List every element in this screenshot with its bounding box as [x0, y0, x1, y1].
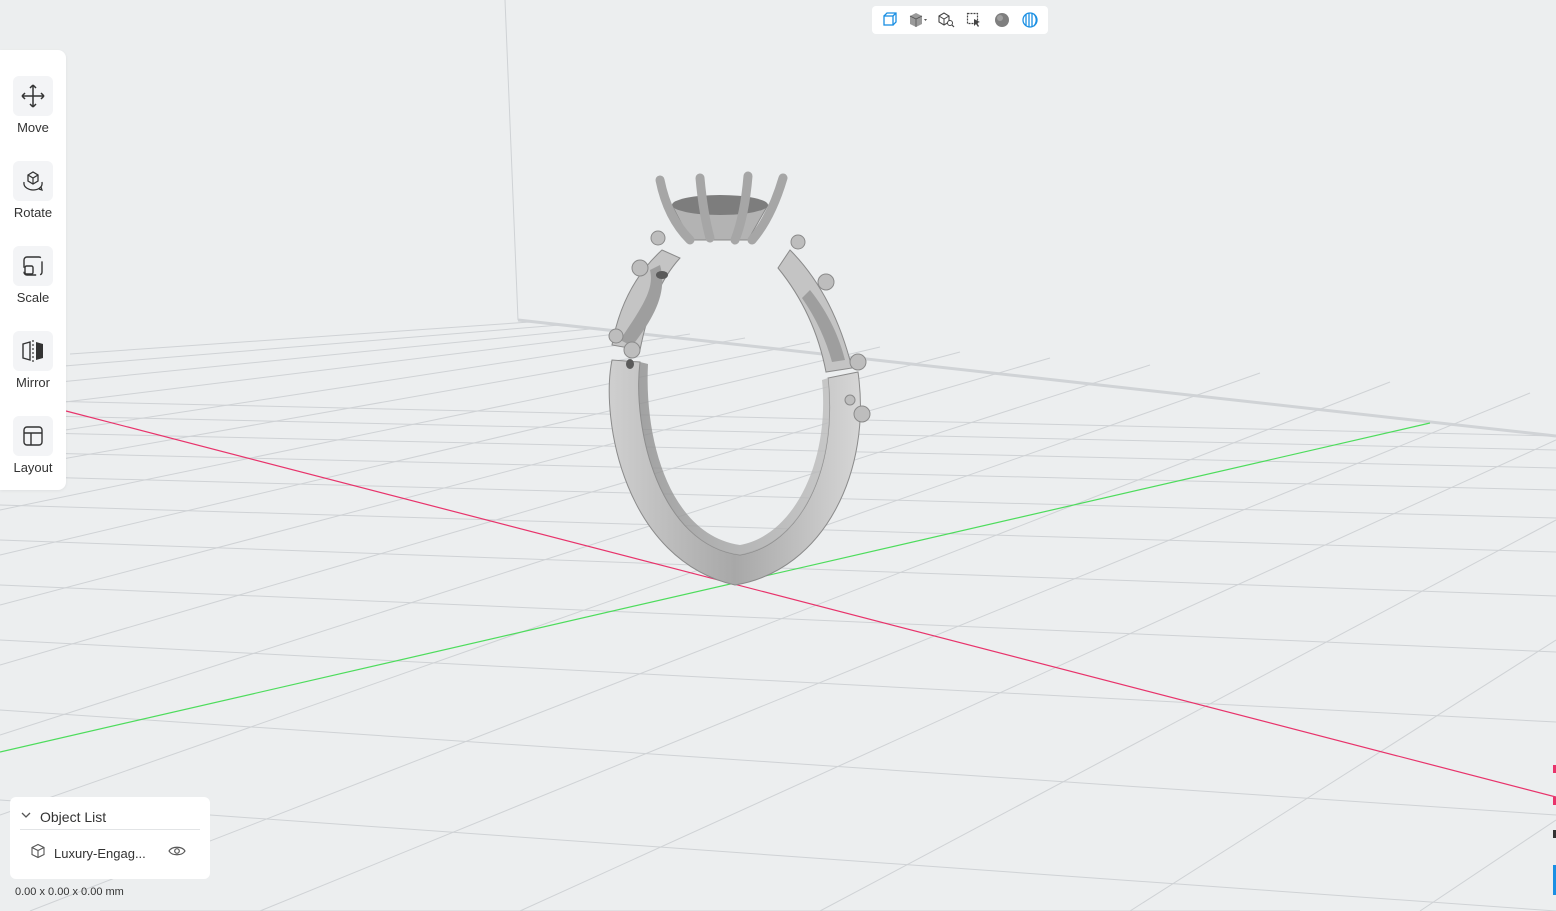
- 3d-viewport[interactable]: Move Rotate Scale Mirror Layout Object L…: [0, 0, 1556, 911]
- cube-icon: [30, 843, 46, 864]
- dimensions-readout: 0.00 x 0.00 x 0.00 mm: [15, 886, 124, 898]
- object-list-header[interactable]: Object List: [20, 805, 200, 830]
- object-name: Luxury-Engag...: [54, 845, 146, 861]
- object-list-title: Object List: [40, 809, 107, 825]
- move-tool-button[interactable]: Move: [0, 76, 66, 151]
- chevron-down-icon: [20, 808, 32, 826]
- view-toolbar: [872, 6, 1048, 34]
- left-toolbar: Move Rotate Scale Mirror Layout: [0, 50, 66, 490]
- object-list-item[interactable]: Luxury-Engag...: [30, 843, 200, 863]
- rotate-tool-button[interactable]: Rotate: [0, 161, 66, 236]
- move-icon: [13, 76, 53, 116]
- y-axis-line: [0, 422, 1431, 753]
- layout-icon: [13, 416, 53, 456]
- zoom-to-fit-icon[interactable]: [935, 9, 957, 31]
- cube-view-icon[interactable]: [907, 9, 929, 31]
- layout-tool-label: Layout: [13, 460, 53, 475]
- perspective-view-icon[interactable]: [879, 9, 901, 31]
- select-icon[interactable]: [963, 9, 985, 31]
- build-plate-scene[interactable]: [0, 0, 1556, 911]
- rotate-icon: [13, 161, 53, 201]
- move-tool-label: Move: [17, 120, 49, 135]
- rotate-tool-label: Rotate: [13, 205, 53, 220]
- object-list-panel: Object List Luxury-Engag...: [10, 797, 210, 879]
- eye-icon[interactable]: [168, 844, 186, 862]
- back-plate-edge: [517, 318, 1556, 438]
- mirror-tool-button[interactable]: Mirror: [0, 331, 66, 406]
- scale-tool-label: Scale: [16, 290, 50, 305]
- render-mode-icon[interactable]: [1019, 9, 1041, 31]
- shading-sphere-icon[interactable]: [991, 9, 1013, 31]
- mirror-icon: [13, 331, 53, 371]
- mirror-tool-label: Mirror: [16, 375, 50, 390]
- layout-tool-button[interactable]: Layout: [0, 416, 66, 491]
- scale-tool-button[interactable]: Scale: [0, 246, 66, 321]
- back-wall-edge: [504, 0, 519, 321]
- x-axis-line: [65, 410, 1556, 798]
- scale-icon: [13, 246, 53, 286]
